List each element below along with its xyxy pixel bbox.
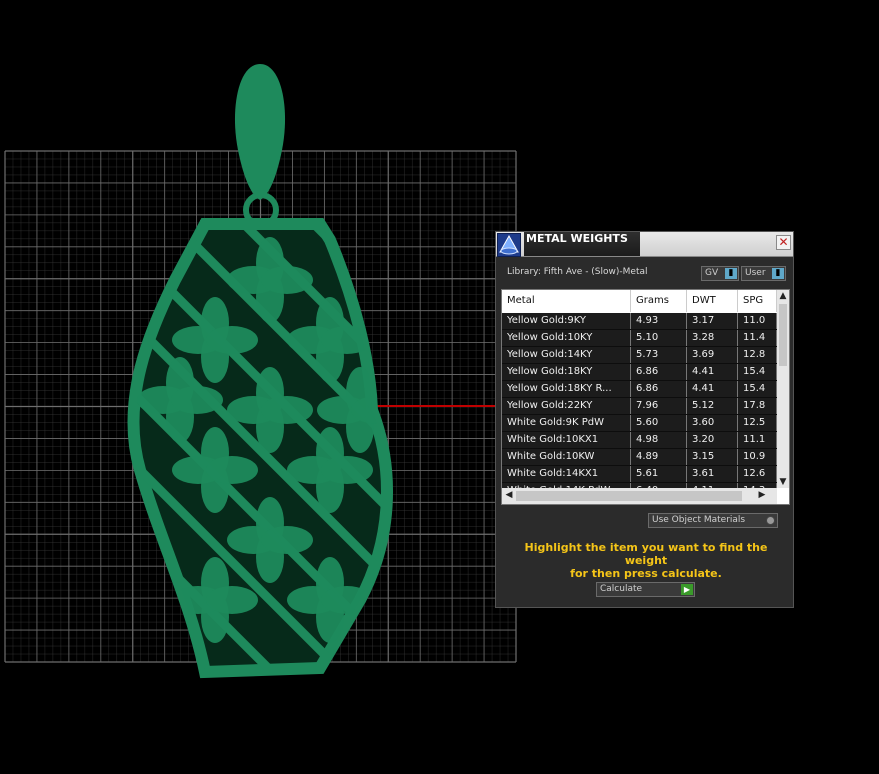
- cell-metal: White Gold:10KW: [502, 449, 631, 465]
- table-row[interactable]: White Gold:10KX1 4.98 3.20 11.1: [502, 432, 777, 449]
- cell-spg: 12.6: [738, 466, 777, 482]
- cell-grams: 7.96: [631, 398, 687, 414]
- vertical-scrollbar[interactable]: ▲ ▼: [777, 290, 789, 488]
- cell-dwt: 5.12: [687, 398, 738, 414]
- library-label: Library: Fifth Ave - (Slow)-Metal: [507, 267, 648, 277]
- cell-grams: 4.98: [631, 432, 687, 448]
- instructions-line-1: Highlight the item you want to find the …: [524, 541, 768, 567]
- scroll-down-icon[interactable]: ▼: [777, 477, 789, 487]
- cell-spg: 17.8: [738, 398, 777, 414]
- cell-dwt: 3.17: [687, 313, 738, 329]
- play-icon: ▶: [681, 584, 693, 595]
- vertical-scroll-thumb[interactable]: [779, 304, 787, 366]
- cell-dwt: 3.15: [687, 449, 738, 465]
- cell-grams: 5.10: [631, 330, 687, 346]
- instructions-line-2: for then press calculate.: [570, 567, 722, 580]
- cell-spg: 10.9: [738, 449, 777, 465]
- scroll-left-icon[interactable]: ◀: [503, 490, 515, 500]
- use-object-materials-option[interactable]: Use Object Materials: [648, 513, 778, 528]
- close-button[interactable]: ✕: [776, 235, 791, 250]
- cell-dwt: 3.28: [687, 330, 738, 346]
- cell-grams: 5.61: [631, 466, 687, 482]
- table-row[interactable]: Yellow Gold:18KY 6.86 4.41 15.4: [502, 364, 777, 381]
- table-body: Yellow Gold:9KY 4.93 3.17 11.0 Yellow Gold:1…: [502, 313, 777, 500]
- gv-toggle-button[interactable]: GV ▮: [701, 266, 739, 281]
- cell-dwt: 4.41: [687, 381, 738, 397]
- cell-dwt: 3.69: [687, 347, 738, 363]
- cell-grams: 5.60: [631, 415, 687, 431]
- user-toggle-button[interactable]: User ▮: [741, 266, 786, 281]
- calculate-label: Calculate: [600, 584, 643, 594]
- table-row[interactable]: Yellow Gold:22KY 7.96 5.12 17.8: [502, 398, 777, 415]
- cell-grams: 4.89: [631, 449, 687, 465]
- horizontal-scroll-thumb[interactable]: [516, 491, 742, 501]
- cell-metal: White Gold:14KX1: [502, 466, 631, 482]
- metal-table[interactable]: Metal Grams DWT SPG Yellow Gold:9KY 4.93 3…: [501, 289, 790, 505]
- cell-metal: Yellow Gold:9KY: [502, 313, 631, 329]
- cell-spg: 11.4: [738, 330, 777, 346]
- pendant-bail: [234, 64, 286, 200]
- table-row[interactable]: Yellow Gold:14KY 5.73 3.69 12.8: [502, 347, 777, 364]
- cell-metal: Yellow Gold:22KY: [502, 398, 631, 414]
- scroll-right-icon[interactable]: ▶: [756, 490, 768, 500]
- cell-spg: 12.5: [738, 415, 777, 431]
- cell-dwt: 4.41: [687, 364, 738, 380]
- radio-icon[interactable]: [766, 516, 775, 525]
- table-row[interactable]: White Gold:9K PdW 5.60 3.60 12.5: [502, 415, 777, 432]
- column-header-metal[interactable]: Metal: [502, 290, 631, 312]
- cell-grams: 5.73: [631, 347, 687, 363]
- cell-spg: 15.4: [738, 381, 777, 397]
- cell-grams: 6.86: [631, 364, 687, 380]
- table-row[interactable]: Yellow Gold:10KY 5.10 3.28 11.4: [502, 330, 777, 347]
- calculate-button[interactable]: Calculate ▶: [596, 582, 695, 597]
- cell-spg: 12.8: [738, 347, 777, 363]
- cell-metal: White Gold:10KX1: [502, 432, 631, 448]
- cell-grams: 4.93: [631, 313, 687, 329]
- column-header-grams[interactable]: Grams: [631, 290, 687, 312]
- cell-metal: Yellow Gold:10KY: [502, 330, 631, 346]
- cell-spg: 11.1: [738, 432, 777, 448]
- cell-spg: 11.0: [738, 313, 777, 329]
- app-logo-icon: [497, 233, 521, 257]
- toggle-indicator-icon: ▮: [772, 268, 784, 279]
- user-label: User: [745, 268, 766, 278]
- use-object-materials-label: Use Object Materials: [652, 515, 746, 525]
- instructions-text: Highlight the item you want to find the …: [506, 541, 786, 580]
- cell-metal: Yellow Gold:14KY: [502, 347, 631, 363]
- horizontal-scrollbar[interactable]: ◀ ▶: [502, 488, 777, 504]
- table-row[interactable]: White Gold:14KX1 5.61 3.61 12.6: [502, 466, 777, 483]
- metal-weights-panel: METAL WEIGHTS ✕ Library: Fifth Ave - (Sl…: [495, 231, 794, 608]
- cell-dwt: 3.20: [687, 432, 738, 448]
- cell-metal: White Gold:9K PdW: [502, 415, 631, 431]
- cell-metal: Yellow Gold:18KY R...: [502, 381, 631, 397]
- toggle-indicator-icon: ▮: [725, 268, 737, 279]
- cell-grams: 6.86: [631, 381, 687, 397]
- cell-dwt: 3.61: [687, 466, 738, 482]
- scroll-up-icon[interactable]: ▲: [777, 291, 789, 301]
- gv-label: GV: [705, 268, 719, 278]
- panel-title: METAL WEIGHTS: [524, 232, 640, 256]
- cell-spg: 15.4: [738, 364, 777, 380]
- column-header-spg[interactable]: SPG: [738, 290, 777, 312]
- table-row[interactable]: Yellow Gold:18KY R... 6.86 4.41 15.4: [502, 381, 777, 398]
- cell-dwt: 3.60: [687, 415, 738, 431]
- panel-header[interactable]: METAL WEIGHTS ✕: [496, 232, 793, 257]
- table-row[interactable]: White Gold:10KW 4.89 3.15 10.9: [502, 449, 777, 466]
- column-header-dwt[interactable]: DWT: [687, 290, 738, 312]
- table-row[interactable]: Yellow Gold:9KY 4.93 3.17 11.0: [502, 313, 777, 330]
- table-header: Metal Grams DWT SPG: [502, 290, 777, 312]
- pendant-top-bar: [200, 220, 322, 230]
- cell-metal: Yellow Gold:18KY: [502, 364, 631, 380]
